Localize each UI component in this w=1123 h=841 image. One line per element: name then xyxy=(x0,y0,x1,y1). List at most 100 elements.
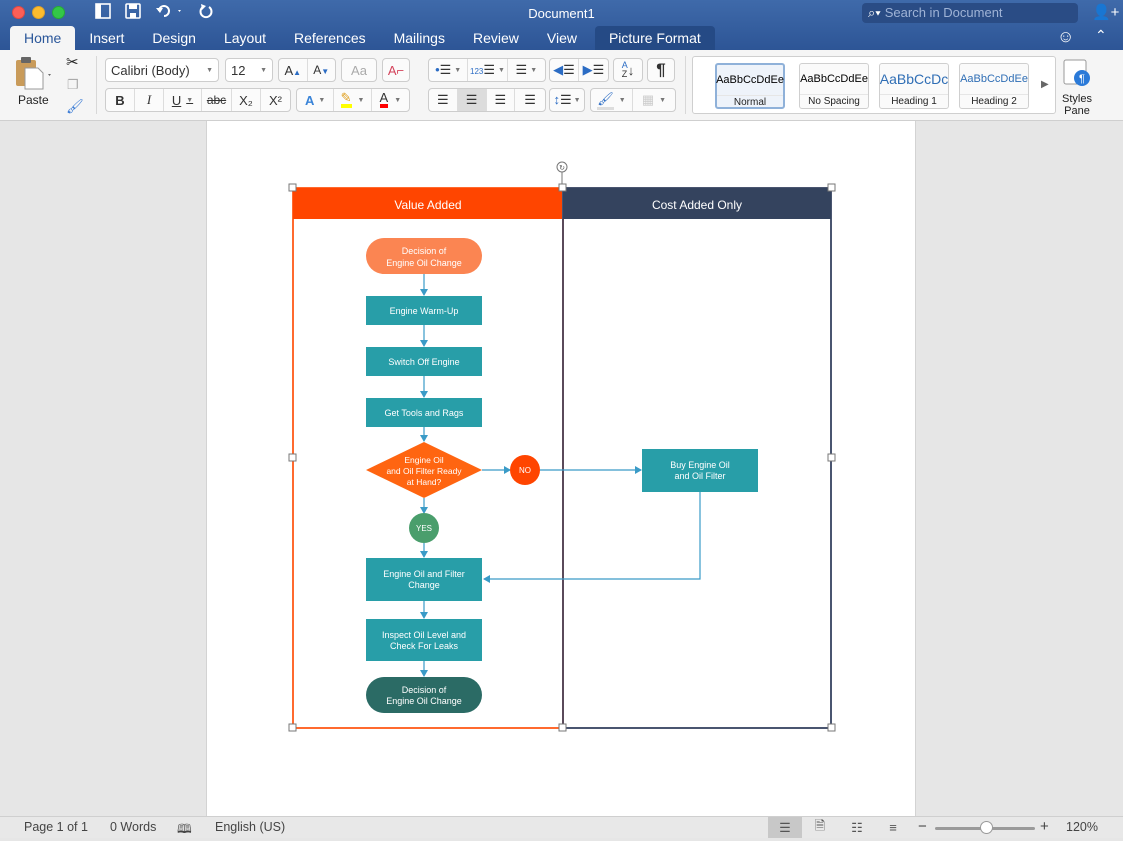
word-count[interactable]: 0 Words xyxy=(110,820,156,834)
bold-button[interactable]: B xyxy=(106,89,135,111)
save-button[interactable] xyxy=(125,3,141,25)
node-inspect-oil-level[interactable]: Inspect Oil Level and Check For Leaks xyxy=(366,619,482,661)
tab-references[interactable]: References xyxy=(280,26,380,50)
tab-home[interactable]: Home xyxy=(10,26,76,50)
node-end[interactable]: Decision of Engine Oil Change xyxy=(366,677,482,713)
sidebar-toggle-button[interactable] xyxy=(95,3,111,25)
resize-handle-bottom-left[interactable] xyxy=(288,723,297,732)
paste-button[interactable] xyxy=(14,56,54,97)
web-layout-button[interactable]: 🗎 xyxy=(803,817,837,838)
node-yes[interactable]: YES xyxy=(409,513,439,543)
node-start[interactable]: Decision of Engine Oil Change xyxy=(366,238,482,274)
outline-view-button[interactable]: ☷ xyxy=(840,817,874,838)
rotate-handle[interactable]: ↻ xyxy=(556,161,568,173)
underline-button[interactable]: U ▼ xyxy=(164,89,202,111)
style-heading-2[interactable]: AaBbCcDdEe Heading 2 xyxy=(959,63,1029,109)
node-switch-off-engine[interactable]: Switch Off Engine xyxy=(366,347,482,376)
font-name-select[interactable]: Calibri (Body) ▼ xyxy=(105,58,219,82)
text-effects-button[interactable]: A ▼ xyxy=(297,89,335,111)
feedback-button[interactable]: ☺ xyxy=(1057,27,1074,47)
resize-handle-top[interactable] xyxy=(558,183,567,192)
resize-handle-top-left[interactable] xyxy=(288,183,297,192)
show-formatting-marks-button[interactable]: ¶ xyxy=(648,59,674,81)
node-engine-warm-up[interactable]: Engine Warm-Up xyxy=(366,296,482,325)
bullets-button[interactable]: •☰ ▼ xyxy=(429,59,469,81)
page-count[interactable]: Page 1 of 1 xyxy=(24,820,88,834)
close-window-button[interactable] xyxy=(12,6,25,19)
style-heading-1[interactable]: AaBbCcDc Heading 1 xyxy=(879,63,949,109)
redo-button[interactable] xyxy=(198,3,214,25)
decrease-font-size-button[interactable]: A▼ xyxy=(308,59,336,81)
shading-button[interactable]: 🖌 ▼ xyxy=(591,89,633,111)
node-buy-engine-oil[interactable]: Buy Engine Oil and Oil Filter xyxy=(642,449,758,492)
text-effects-icon: A xyxy=(305,92,315,108)
align-right-icon: ☰ xyxy=(494,92,507,107)
tab-layout[interactable]: Layout xyxy=(210,26,280,50)
sort-button[interactable]: A Z ↓ xyxy=(614,59,642,81)
tab-view[interactable]: View xyxy=(533,26,591,50)
minimize-window-button[interactable] xyxy=(32,6,45,19)
zoom-level[interactable]: 120% xyxy=(1066,820,1098,834)
flowchart-diagram[interactable]: Value Added Cost Added Only Decision of … xyxy=(207,121,917,816)
resize-handle-bottom[interactable] xyxy=(558,723,567,732)
resize-handle-bottom-right[interactable] xyxy=(827,723,836,732)
superscript-button[interactable]: X² xyxy=(261,89,290,111)
strikethrough-button[interactable]: abc xyxy=(202,89,232,111)
change-case-button[interactable]: Aa xyxy=(342,59,376,81)
chevron-down-icon: ▼ xyxy=(357,96,365,104)
borders-button[interactable]: ▦ ▼ xyxy=(633,89,675,111)
print-layout-button[interactable]: ☰ xyxy=(768,817,802,838)
cut-button[interactable]: ✂ xyxy=(66,53,79,71)
search-icon: ⌕▾ xyxy=(868,5,881,20)
share-button[interactable]: 👤+ xyxy=(1092,3,1119,21)
align-left-button[interactable]: ☰ xyxy=(429,89,458,111)
resize-handle-top-right[interactable] xyxy=(827,183,836,192)
undo-button[interactable] xyxy=(155,3,183,25)
shrink-font-icon: A▼ xyxy=(313,63,330,77)
paint-bucket-icon: 🖌 xyxy=(597,91,614,110)
justify-button[interactable]: ☰ xyxy=(515,89,545,111)
style-normal[interactable]: AaBbCcDdEe Normal xyxy=(715,63,785,109)
tab-review[interactable]: Review xyxy=(459,26,533,50)
resize-handle-left[interactable] xyxy=(288,453,297,462)
increase-indent-button[interactable]: ▶☰ xyxy=(579,59,608,81)
resize-handle-right[interactable] xyxy=(827,453,836,462)
clear-formatting-button[interactable]: A⌐ xyxy=(383,59,409,81)
language[interactable]: English (US) xyxy=(215,820,285,834)
italic-button[interactable]: I xyxy=(135,89,164,111)
maximize-window-button[interactable] xyxy=(52,6,65,19)
document-page[interactable]: Value Added Cost Added Only Decision of … xyxy=(206,121,916,816)
node-get-tools-and-rags[interactable]: Get Tools and Rags xyxy=(366,398,482,427)
multilevel-list-button[interactable]: ☰ ▼ xyxy=(508,59,545,81)
node-oil-filter-change[interactable]: Engine Oil and Filter Change xyxy=(366,558,482,601)
line-spacing-button[interactable]: ↕☰ ▼ xyxy=(550,89,584,111)
align-center-button[interactable]: ☰ xyxy=(457,89,487,111)
node-no[interactable]: NO xyxy=(510,455,540,485)
style-no-spacing[interactable]: AaBbCcDdEe No Spacing xyxy=(799,63,869,109)
tab-mailings[interactable]: Mailings xyxy=(380,26,459,50)
align-right-button[interactable]: ☰ xyxy=(487,89,516,111)
highlighter-icon: ✎ xyxy=(340,91,352,108)
zoom-slider-thumb[interactable] xyxy=(980,821,993,834)
copy-button[interactable]: ❐ xyxy=(67,77,79,93)
font-size-select[interactable]: 12 ▼ xyxy=(225,58,273,82)
collapse-ribbon-button[interactable]: ⌃ xyxy=(1095,27,1107,44)
decrease-indent-button[interactable]: ◀☰ xyxy=(550,59,580,81)
font-color-button[interactable]: A ▼ xyxy=(372,89,409,111)
draft-view-button[interactable]: ≡ xyxy=(876,817,910,838)
zoom-out-button[interactable]: − xyxy=(918,818,927,835)
highlight-color-button[interactable]: ✎ ▼ xyxy=(334,89,372,111)
increase-font-size-button[interactable]: A▲ xyxy=(279,59,308,81)
styles-pane-icon: ¶ xyxy=(1063,59,1090,86)
font-color-icon: A xyxy=(379,91,389,108)
format-painter-button[interactable]: 🖌 xyxy=(66,98,84,115)
styles-more-button[interactable]: ▶ xyxy=(1041,79,1049,90)
tab-insert[interactable]: Insert xyxy=(75,26,138,50)
zoom-in-button[interactable]: + xyxy=(1040,818,1049,835)
tab-picture-format[interactable]: Picture Format xyxy=(594,26,715,50)
numbering-button[interactable]: 123☰ ▼ xyxy=(468,59,508,81)
styles-pane-button[interactable]: ¶ xyxy=(1062,58,1092,95)
subscript-button[interactable]: X₂ xyxy=(232,89,261,111)
tab-design[interactable]: Design xyxy=(138,26,210,50)
search-document-input[interactable]: ⌕▾ Search in Document xyxy=(862,3,1078,23)
